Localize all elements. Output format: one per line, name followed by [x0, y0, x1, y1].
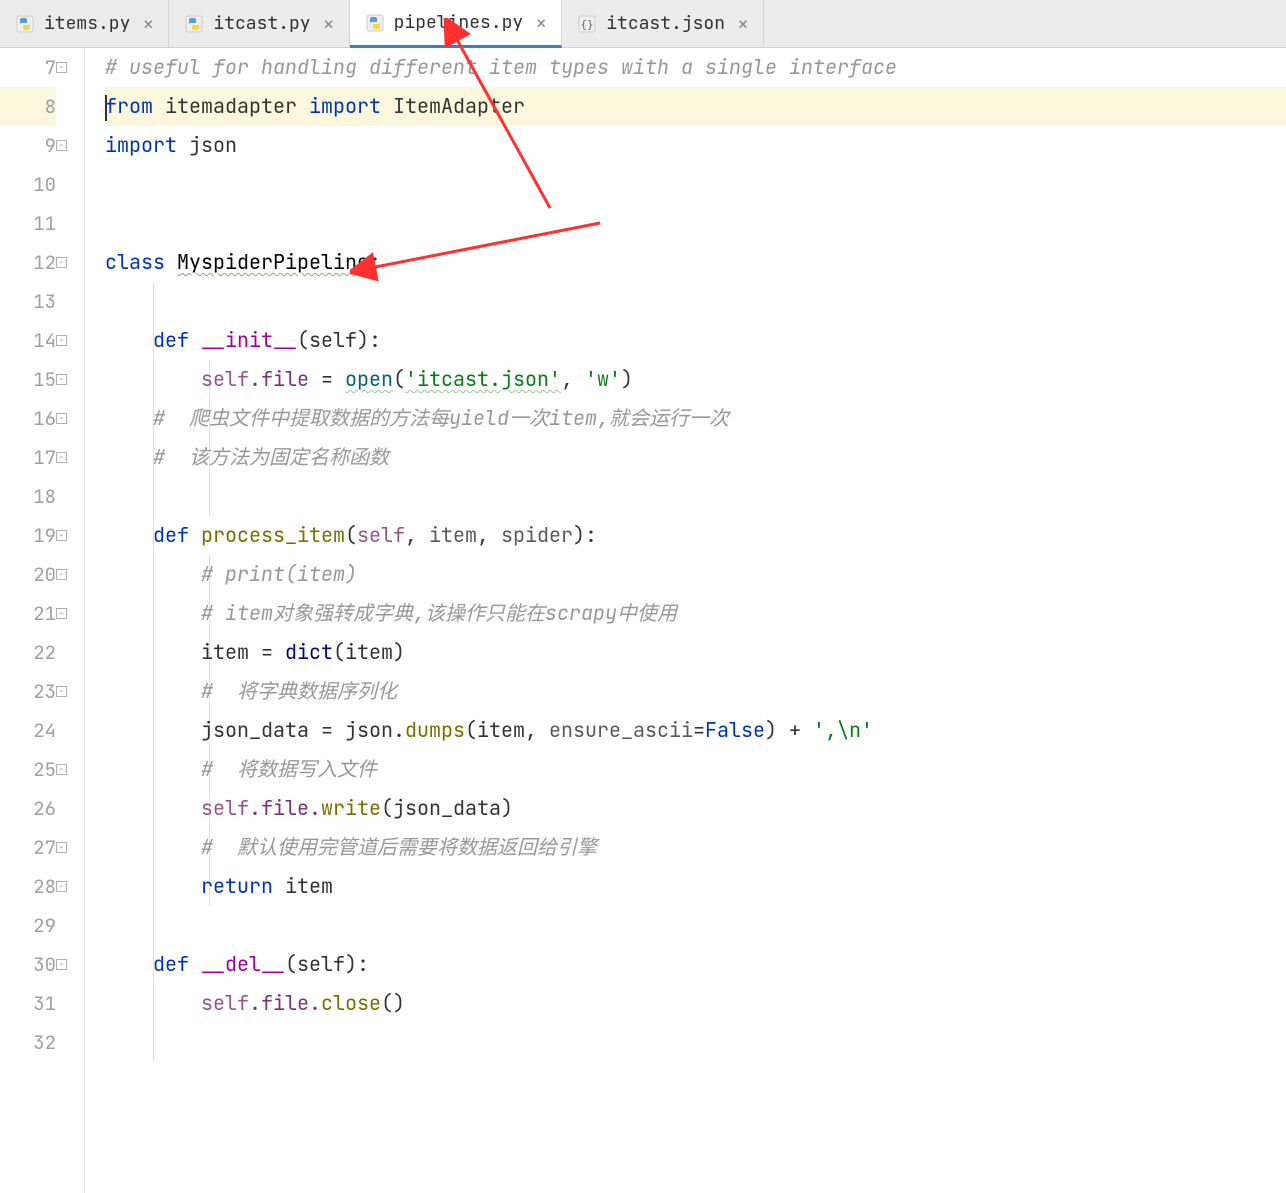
- line-number: 16−: [0, 399, 56, 438]
- close-icon[interactable]: ×: [531, 10, 551, 36]
- close-icon[interactable]: ×: [733, 11, 753, 37]
- line-number: 29: [0, 906, 56, 945]
- code-line: # item对象强转成字典,该操作只能在scrapy中使用: [105, 594, 1286, 633]
- tab-itcast-py[interactable]: itcast.py ×: [169, 0, 349, 47]
- tab-pipelines-py[interactable]: pipelines.py ×: [350, 0, 563, 48]
- python-file-icon: [364, 12, 386, 34]
- line-number: 27−: [0, 828, 56, 867]
- fold-marker[interactable]: −: [56, 881, 67, 892]
- fold-marker[interactable]: −: [56, 530, 67, 541]
- line-number: 11: [0, 204, 56, 243]
- fold-marker[interactable]: −: [56, 335, 67, 346]
- tab-itcast-json[interactable]: {} itcast.json ×: [562, 0, 764, 47]
- code-line: return item: [105, 867, 1286, 906]
- line-number: 10: [0, 165, 56, 204]
- python-file-icon: [183, 13, 205, 35]
- fold-marker[interactable]: −: [56, 374, 67, 385]
- line-number: 25−: [0, 750, 56, 789]
- code-line: # print(item): [105, 555, 1286, 594]
- code-line: # 将数据写入文件: [105, 750, 1286, 789]
- code-line: [105, 906, 1286, 945]
- code-line: [105, 204, 1286, 243]
- line-number: 24: [0, 711, 56, 750]
- tab-label: itcast.py: [213, 12, 310, 35]
- code-line: [105, 165, 1286, 204]
- code-line: # 该方法为固定名称函数: [105, 438, 1286, 477]
- line-number: 17−: [0, 438, 56, 477]
- line-number: 30−: [0, 945, 56, 984]
- code-line: # 爬虫文件中提取数据的方法每yield一次item,就会运行一次: [105, 399, 1286, 438]
- editor: 7− 8 9− 10 11 12− 13 14− 15− 16− 17− 18 …: [0, 48, 1286, 1193]
- line-number: 20−: [0, 555, 56, 594]
- fold-marker[interactable]: −: [56, 764, 67, 775]
- line-number: 9−: [0, 126, 56, 165]
- fold-marker[interactable]: −: [56, 959, 67, 970]
- json-file-icon: {}: [576, 13, 598, 35]
- line-number: 15−: [0, 360, 56, 399]
- fold-marker[interactable]: −: [56, 413, 67, 424]
- fold-marker[interactable]: −: [56, 842, 67, 853]
- code-line: # useful for handling different item typ…: [105, 48, 1286, 87]
- fold-marker[interactable]: −: [56, 569, 67, 580]
- line-number: 32: [0, 1023, 56, 1062]
- line-number: 18: [0, 477, 56, 516]
- tab-bar: items.py × itcast.py × pipelines.py × {}…: [0, 0, 1286, 48]
- code-line: [105, 1023, 1286, 1062]
- fold-marker[interactable]: −: [56, 62, 67, 73]
- fold-marker[interactable]: −: [56, 608, 67, 619]
- line-number: 26: [0, 789, 56, 828]
- code-area[interactable]: # useful for handling different item typ…: [85, 48, 1286, 1193]
- code-line: [105, 282, 1286, 321]
- code-line: def process_item(self, item, spider):: [105, 516, 1286, 555]
- line-number: 28−: [0, 867, 56, 906]
- line-number: 19−: [0, 516, 56, 555]
- tab-label: items.py: [44, 12, 130, 35]
- code-line: self.file.close(): [105, 984, 1286, 1023]
- code-line: # 默认使用完管道后需要将数据返回给引擎: [105, 828, 1286, 867]
- python-file-icon: [14, 13, 36, 35]
- line-number: 22: [0, 633, 56, 672]
- line-number: 7−: [0, 48, 56, 87]
- line-number: 8: [0, 87, 56, 126]
- code-line: [105, 477, 1286, 516]
- fold-marker[interactable]: −: [56, 686, 67, 697]
- code-line: self.file.write(json_data): [105, 789, 1286, 828]
- svg-text:{}: {}: [581, 18, 594, 31]
- gutter: 7− 8 9− 10 11 12− 13 14− 15− 16− 17− 18 …: [0, 48, 85, 1193]
- code-line: def __del__(self):: [105, 945, 1286, 984]
- line-number: 12−: [0, 243, 56, 282]
- line-number: 14−: [0, 321, 56, 360]
- tab-items-py[interactable]: items.py ×: [0, 0, 169, 47]
- tab-label: pipelines.py: [394, 11, 524, 34]
- code-line: class MyspiderPipeline:: [105, 243, 1286, 282]
- code-line: self.file = open('itcast.json', 'w'): [105, 360, 1286, 399]
- code-line: from itemadapter import ItemAdapter: [105, 87, 1286, 126]
- close-icon[interactable]: ×: [319, 11, 339, 37]
- code-line: def __init__(self):: [105, 321, 1286, 360]
- code-line: import json: [105, 126, 1286, 165]
- line-number: 13: [0, 282, 56, 321]
- fold-marker[interactable]: −: [56, 140, 67, 151]
- line-number: 23−: [0, 672, 56, 711]
- line-number: 21−: [0, 594, 56, 633]
- fold-marker[interactable]: −: [56, 452, 67, 463]
- close-icon[interactable]: ×: [138, 11, 158, 37]
- code-line: item = dict(item): [105, 633, 1286, 672]
- code-line: # 将字典数据序列化: [105, 672, 1286, 711]
- line-number: 31: [0, 984, 56, 1023]
- fold-marker[interactable]: −: [56, 257, 67, 268]
- tab-label: itcast.json: [606, 12, 725, 35]
- code-line: json_data = json.dumps(item, ensure_asci…: [105, 711, 1286, 750]
